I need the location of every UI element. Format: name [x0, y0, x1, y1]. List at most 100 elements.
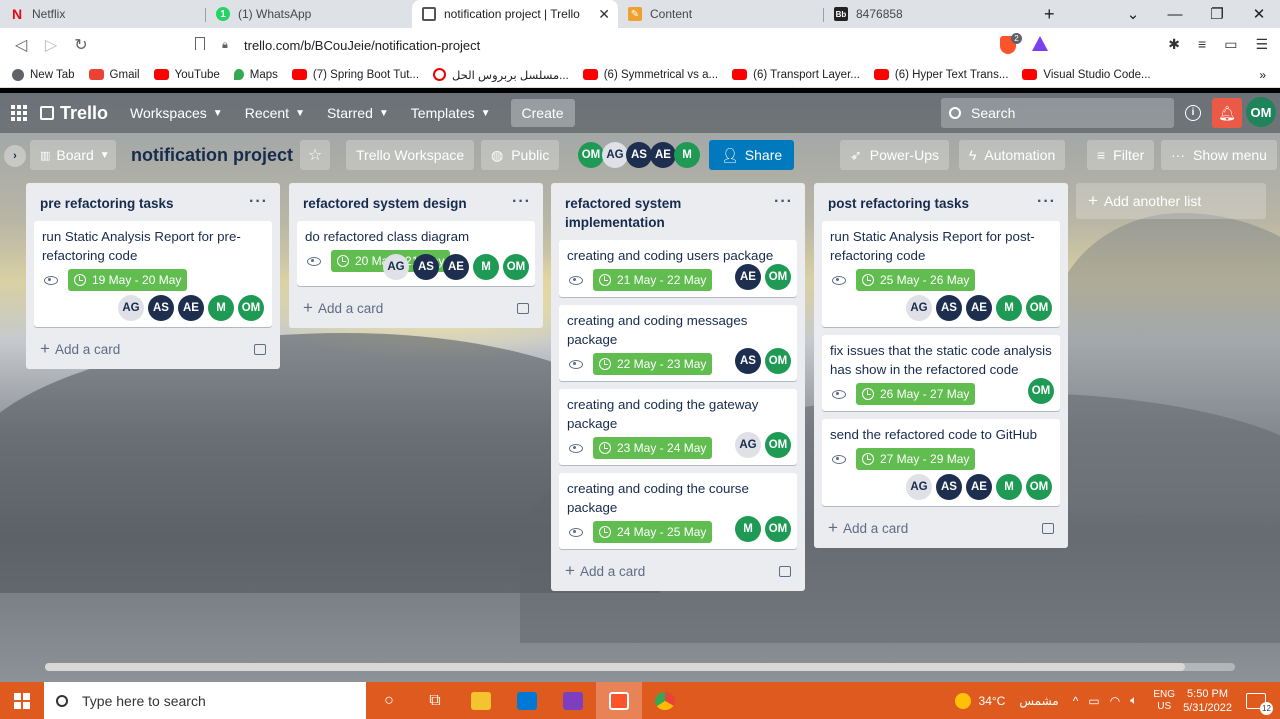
member-avatar[interactable]: M: [208, 295, 234, 321]
add-card-button[interactable]: + Add a card: [559, 557, 797, 583]
workspace-button[interactable]: Trello Workspace: [346, 140, 475, 170]
cortana-icon[interactable]: ○: [366, 682, 412, 719]
list-menu-icon[interactable]: ···: [249, 192, 268, 211]
member-avatar[interactable]: OM: [1026, 295, 1052, 321]
card[interactable]: run Static Analysis Report for pre-refac…: [34, 221, 272, 327]
wallet-icon[interactable]: ▭: [1224, 36, 1237, 53]
scrollbar-thumb[interactable]: [45, 663, 1185, 671]
card[interactable]: fix issues that the static code analysis…: [822, 335, 1060, 411]
member-avatar[interactable]: M: [996, 295, 1022, 321]
recent-menu[interactable]: Recent ▼: [245, 105, 305, 121]
tab-netflix[interactable]: N Netflix: [0, 0, 206, 28]
member-avatar[interactable]: AE: [966, 474, 992, 500]
task-view-icon[interactable]: ⧉: [412, 682, 458, 719]
member-avatar[interactable]: AS: [626, 142, 652, 168]
member-avatar[interactable]: AS: [735, 348, 761, 374]
due-date-badge[interactable]: 25 May - 26 May: [856, 269, 976, 291]
card[interactable]: do refactored class diagram 20 May - 21 …: [297, 221, 535, 286]
star-board-button[interactable]: ☆: [300, 140, 330, 170]
member-avatar[interactable]: AS: [413, 254, 439, 280]
member-avatar[interactable]: AS: [148, 295, 174, 321]
board-title[interactable]: notification project: [131, 140, 293, 170]
list-title[interactable]: refactored system implementation ···: [559, 183, 797, 240]
due-date-badge[interactable]: 23 May - 24 May: [593, 437, 713, 459]
card[interactable]: creating and coding messages package 22 …: [559, 305, 797, 381]
more-bookmarks-icon[interactable]: »: [1259, 68, 1266, 82]
bookmark-item[interactable]: Visual Studio Code...: [1022, 69, 1151, 81]
member-avatar[interactable]: OM: [238, 295, 264, 321]
app-switcher-icon[interactable]: [11, 105, 27, 121]
taskbar-search-input[interactable]: Type here to search: [44, 682, 366, 719]
file-explorer-icon[interactable]: [458, 682, 504, 719]
horizontal-scrollbar[interactable]: [45, 663, 1235, 671]
member-avatar[interactable]: AE: [650, 142, 676, 168]
bookmark-item[interactable]: (6) Hyper Text Trans...: [873, 69, 1008, 81]
list-title[interactable]: pre refactoring tasks ···: [34, 183, 272, 221]
member-avatar[interactable]: OM: [765, 264, 791, 290]
url-field[interactable]: 🔒︎ trello.com/b/BCouJeie/notification-pr…: [222, 32, 1057, 58]
bookmark-item[interactable]: Gmail: [88, 69, 140, 81]
card[interactable]: run Static Analysis Report for post-refa…: [822, 221, 1060, 327]
automation-button[interactable]: ϟ Automation: [959, 140, 1066, 170]
bookmark-item[interactable]: Maps: [233, 69, 278, 81]
bookmark-item[interactable]: (6) Transport Layer...: [732, 69, 860, 81]
add-another-list-button[interactable]: + Add another list: [1076, 183, 1266, 219]
start-button[interactable]: [0, 682, 44, 719]
due-date-badge[interactable]: 19 May - 20 May: [68, 269, 188, 291]
tab-search-icon[interactable]: ⌄: [1112, 5, 1154, 23]
notifications-bell-icon[interactable]: 🔔︎: [1212, 98, 1242, 128]
add-card-button[interactable]: + Add a card: [297, 294, 535, 320]
store-icon[interactable]: [504, 682, 550, 719]
member-avatar[interactable]: AG: [383, 254, 409, 280]
brave-rewards-icon[interactable]: [1032, 36, 1048, 51]
bookmark-item[interactable]: (7) Spring Boot Tut...: [291, 69, 419, 81]
network-icon[interactable]: ▭: [1088, 694, 1099, 708]
tab-trello[interactable]: notification project | Trello ✕: [412, 0, 618, 28]
member-avatar[interactable]: OM: [765, 348, 791, 374]
weather-temp[interactable]: 34°C: [979, 694, 1006, 708]
maximize-icon[interactable]: ❐: [1196, 5, 1238, 23]
minimize-icon[interactable]: —: [1154, 6, 1196, 23]
member-avatar[interactable]: AE: [443, 254, 469, 280]
board-view-switcher[interactable]: ▥ Board ▼: [30, 140, 116, 170]
add-card-button[interactable]: + Add a card: [822, 514, 1060, 540]
member-avatar[interactable]: OM: [765, 432, 791, 458]
member-avatar[interactable]: OM: [1026, 474, 1052, 500]
member-avatar[interactable]: AG: [602, 142, 628, 168]
member-avatar[interactable]: AG: [906, 295, 932, 321]
notification-center-icon[interactable]: 12: [1246, 692, 1273, 715]
member-avatar[interactable]: AE: [735, 264, 761, 290]
sidebar-expand-icon[interactable]: ›: [4, 145, 26, 167]
card-template-icon[interactable]: [517, 302, 529, 314]
member-avatar[interactable]: AE: [178, 295, 204, 321]
browser-menu-icon[interactable]: ☰: [1255, 36, 1268, 53]
language-indicator[interactable]: ENG US: [1153, 689, 1175, 713]
reload-icon[interactable]: ↻: [66, 35, 96, 55]
due-date-badge[interactable]: 26 May - 27 May: [856, 383, 976, 405]
list-menu-icon[interactable]: ···: [774, 192, 793, 211]
close-window-icon[interactable]: ✕: [1238, 5, 1280, 23]
chevron-up-icon[interactable]: ^: [1073, 694, 1079, 708]
bookmark-item[interactable]: YouTube: [153, 69, 220, 81]
due-date-badge[interactable]: 21 May - 22 May: [593, 269, 713, 291]
wifi-icon[interactable]: ◠: [1110, 694, 1120, 708]
member-avatar[interactable]: AG: [118, 295, 144, 321]
search-input[interactable]: Search: [941, 98, 1174, 128]
brave-browser-icon[interactable]: [596, 682, 642, 719]
member-avatar[interactable]: AG: [735, 432, 761, 458]
due-date-badge[interactable]: 27 May - 29 May: [856, 448, 976, 470]
card[interactable]: creating and coding users package 21 May…: [559, 240, 797, 297]
list-title[interactable]: refactored system design ···: [297, 183, 535, 221]
list-menu-icon[interactable]: ···: [1037, 192, 1056, 211]
member-avatar[interactable]: M: [473, 254, 499, 280]
bookmark-item[interactable]: مسلسل بربروس الحل...: [433, 68, 569, 82]
add-card-button[interactable]: + Add a card: [34, 335, 272, 361]
due-date-badge[interactable]: 24 May - 25 May: [593, 521, 713, 543]
create-button[interactable]: Create: [510, 99, 575, 127]
bookmark-item[interactable]: (6) Symmetrical vs a...: [582, 69, 718, 81]
share-button[interactable]: 👤︎ Share: [709, 140, 795, 170]
speaker-icon[interactable]: 🔈︎: [1130, 693, 1137, 708]
tab-whatsapp[interactable]: 1 (1) WhatsApp: [206, 0, 412, 28]
back-icon[interactable]: ◁: [6, 35, 36, 55]
playlist-icon[interactable]: ≡: [1198, 36, 1206, 53]
